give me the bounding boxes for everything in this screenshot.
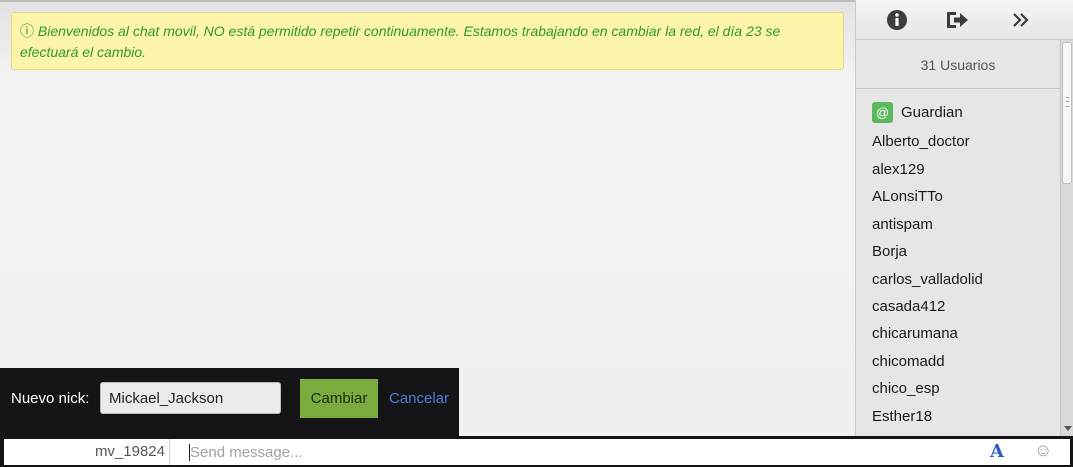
logout-icon[interactable] [944,8,970,32]
change-nick-button[interactable]: Cambiar [300,379,378,418]
nick-label: Nuevo nick: [11,390,90,407]
user-list-item[interactable]: ALonsiTTo [872,188,943,205]
current-nick: mv_19824 [4,439,170,465]
grip-icon [1066,97,1069,107]
user-sidebar: 31 Usuarios @ Guardian Alberto_doctor ale… [855,0,1073,436]
user-list-scrollbar[interactable] [1060,40,1073,436]
chat-app: ⓘ Bienvenidos al chat movil, NO está per… [0,0,1073,467]
user-count: 31 Usuarios [856,40,1060,89]
user-list-item[interactable]: alex129 [872,161,925,178]
user-list-item[interactable]: @ Guardian [872,102,963,123]
text-caret [189,444,190,461]
user-list-item[interactable]: casada412 [872,298,945,315]
cancel-link[interactable]: Cancelar [389,390,449,407]
user-list-item[interactable]: antispam [872,216,933,233]
user-list-item[interactable]: carlos_valladolid [872,271,983,288]
nick-input[interactable] [100,382,281,414]
welcome-notice: ⓘ Bienvenidos al chat movil, NO está per… [11,12,844,70]
user-name: Guardian [901,104,963,121]
sidebar-toolbar [856,0,1073,40]
user-list: @ Guardian Alberto_doctor alex129 ALonsiT… [856,89,1060,436]
message-bar: mv_19824 A ☺ [0,436,1073,467]
moderator-badge: @ [872,102,893,123]
scrollbar-thumb[interactable] [1062,42,1072,184]
message-bar-inner: mv_19824 A ☺ [4,439,1070,465]
scroll-down-arrow-icon[interactable] [1064,426,1072,431]
welcome-notice-text: Bienvenidos al chat movil, NO está permi… [20,23,781,60]
font-style-icon[interactable]: A [990,439,1004,465]
double-chevron-right-icon[interactable] [1008,8,1034,32]
user-list-item[interactable]: Borja [872,243,907,260]
info-circle-icon: ⓘ [20,23,34,39]
user-list-item[interactable]: chicomadd [872,353,945,370]
emoji-icon[interactable]: ☺ [1034,439,1052,465]
user-list-item[interactable]: Alberto_doctor [872,133,970,150]
user-list-item[interactable]: chicarumana [872,325,958,342]
nick-change-panel: Nuevo nick: Cambiar Cancelar [0,368,459,438]
chat-messages-area: ⓘ Bienvenidos al chat movil, NO está per… [0,0,855,438]
message-input[interactable] [188,441,970,463]
info-icon[interactable] [884,8,910,32]
user-list-item[interactable]: chico_esp [872,380,940,397]
user-list-item[interactable]: Esther18 [872,408,932,425]
